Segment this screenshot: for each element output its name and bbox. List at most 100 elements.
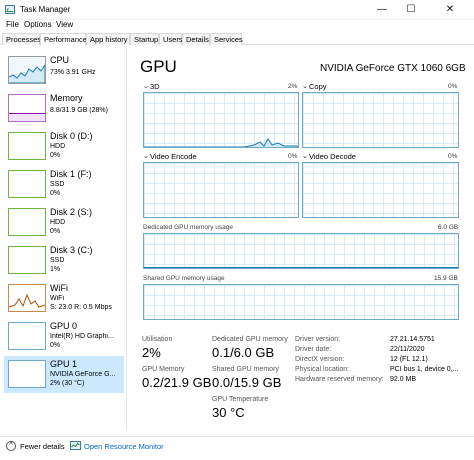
tab-strip: Processes Performance App history Startu…	[0, 33, 474, 46]
sidebar-item-label: Disk 3 (C:)	[50, 245, 93, 255]
engine-3d-line	[144, 138, 298, 147]
dedicated-gpu-memory-value: 0.1/6.0 GB	[212, 345, 275, 360]
physical-location-key: Physical location:	[295, 366, 350, 373]
disk2-thumbnail-graph	[8, 208, 46, 236]
sidebar-item-sub: 8.8/31.9 GB (28%)	[50, 107, 108, 114]
sidebar-item-gpu1[interactable]: GPU 1 NVIDIA GeForce G... 2% (30 °C)	[4, 356, 124, 393]
sidebar-item-disk3[interactable]: Disk 3 (C:) SSD 1%	[4, 242, 124, 279]
physical-location-value: PCI bus 1, device 0,...	[390, 366, 459, 373]
tab-performance[interactable]: Performance	[40, 33, 87, 46]
chevron-up-icon[interactable]: ^	[6, 441, 16, 451]
sidebar-item-sub: Intel(R) HD Graphi...	[50, 333, 114, 340]
footer-bar: ^ Fewer details Open Resource Monitor	[0, 436, 474, 456]
sidebar-item-sub2: 1%	[50, 266, 61, 273]
shared-gpu-memory-label: Shared GPU memory	[212, 366, 279, 373]
engine-copy-pct: 0%	[448, 83, 458, 90]
gpu-memory-value: 0.2/21.9 GB	[142, 375, 212, 390]
menu-view[interactable]: View	[56, 20, 73, 29]
chevron-down-icon[interactable]: ⌄	[143, 82, 149, 90]
disk1-thumbnail-graph	[8, 170, 46, 198]
gpu1-thumbnail-graph	[8, 360, 46, 388]
sidebar-item-sub: HDD	[50, 143, 66, 150]
dedicated-memory-max: 6.0 GB	[438, 224, 459, 231]
shared-memory-usage-label: Shared GPU memory usage	[143, 275, 225, 282]
engine-copy-label[interactable]: Copy	[309, 82, 327, 91]
page-title: GPU	[140, 57, 177, 76]
sidebar-item-cpu[interactable]: CPU 73% 3.91 GHz	[4, 52, 124, 89]
sidebar-item-sub: WiFi	[50, 295, 64, 302]
sidebar-item-sub: SSD	[50, 181, 65, 188]
open-resource-monitor-link[interactable]: Open Resource Monitor	[84, 442, 164, 451]
sidebar-item-gpu0[interactable]: GPU 0 Intel(R) HD Graphi... 0%	[4, 318, 124, 355]
driver-date-key: Driver date:	[295, 346, 332, 353]
gpu-memory-label: GPU Memory	[142, 366, 185, 373]
engine-copy-graph	[302, 92, 459, 148]
menu-options[interactable]: Options	[24, 20, 52, 29]
fewer-details-button[interactable]: Fewer details	[20, 442, 65, 451]
wifi-thumbnail-graph	[8, 284, 46, 312]
tab-app-history[interactable]: App history	[86, 33, 130, 45]
directx-version-key: DirectX version:	[295, 356, 345, 363]
menu-bar: File Options View	[0, 20, 474, 32]
sidebar-item-label: GPU 1	[50, 359, 78, 369]
minimize-button[interactable]: —	[368, 0, 396, 20]
engine-video-decode-graph	[302, 162, 459, 218]
tab-services[interactable]: Services	[210, 33, 243, 45]
utilisation-label: Utilisation	[142, 336, 173, 343]
chevron-down-icon[interactable]: ⌄	[302, 82, 308, 90]
sidebar-item-disk0[interactable]: Disk 0 (D:) HDD 0%	[4, 128, 124, 165]
sidebar-item-label: Disk 0 (D:)	[50, 131, 93, 141]
wifi-sparkline	[8, 293, 46, 308]
sidebar-item-sub2: 0%	[50, 342, 61, 349]
sidebar-item-disk1[interactable]: Disk 1 (F:) SSD 0%	[4, 166, 124, 203]
sidebar-item-sub2: 0%	[50, 152, 61, 159]
gpu0-thumbnail-graph	[8, 322, 46, 350]
close-button[interactable]: ✕	[426, 0, 474, 20]
sidebar-item-sub: HDD	[50, 219, 66, 226]
tab-details[interactable]: Details	[182, 33, 210, 45]
task-manager-icon	[5, 5, 15, 14]
sidebar-item-wifi[interactable]: WiFi WiFi S: 23.0 R: 0.5 Mbps	[4, 280, 124, 317]
engine-video-decode-label[interactable]: Video Decode	[309, 152, 356, 161]
gpu-temperature-value: 30 °C	[212, 405, 245, 420]
disk3-thumbnail-graph	[8, 246, 46, 274]
utilisation-value: 2%	[142, 345, 161, 360]
shared-memory-max: 15.9 GB	[434, 275, 458, 282]
resource-monitor-icon	[70, 441, 81, 450]
memory-fill	[9, 113, 45, 121]
sidebar-item-sub: NVIDIA GeForce G...	[50, 371, 116, 378]
sidebar-item-label: Disk 2 (S:)	[50, 207, 93, 217]
sidebar-item-sub2: 0%	[50, 190, 61, 197]
chevron-down-icon[interactable]: ⌄	[302, 152, 308, 160]
sidebar-item-sub2: 2% (30 °C)	[50, 380, 85, 387]
sidebar-item-sub2: S: 23.0 R: 0.5 Mbps	[50, 304, 112, 311]
sidebar-item-label: WiFi	[50, 283, 68, 293]
tab-processes[interactable]: Processes	[2, 33, 41, 45]
sidebar-item-sub2: 0%	[50, 228, 61, 235]
sidebar-item-disk2[interactable]: Disk 2 (S:) HDD 0%	[4, 204, 124, 241]
engine-3d-label[interactable]: 3D	[150, 82, 160, 91]
title-bar[interactable]: Task Manager — ☐ ✕	[0, 0, 474, 20]
sidebar-item-label: Disk 1 (F:)	[50, 169, 92, 179]
hardware-reserved-memory-value: 92.0 MB	[390, 376, 417, 383]
cpu-thumbnail-graph	[8, 56, 46, 84]
tab-startup[interactable]: Startup	[130, 33, 159, 45]
shared-gpu-memory-value: 0.0/15.9 GB	[212, 375, 282, 390]
engine-video-decode-pct: 0%	[448, 153, 458, 160]
dedicated-memory-fill	[144, 267, 458, 268]
tab-users[interactable]: Users	[159, 33, 183, 45]
cpu-sparkline	[8, 57, 46, 84]
memory-thumbnail-graph	[8, 94, 46, 122]
sidebar-item-label: Memory	[50, 93, 83, 103]
menu-file[interactable]: File	[6, 20, 19, 29]
engine-video-encode-label[interactable]: Video Encode	[150, 152, 197, 161]
maximize-button[interactable]: ☐	[397, 0, 425, 20]
engine-3d-graph	[143, 92, 299, 148]
engine-video-encode-graph	[143, 162, 299, 218]
chevron-down-icon[interactable]: ⌄	[143, 152, 149, 160]
sidebar-item-memory[interactable]: Memory 8.8/31.9 GB (28%)	[4, 90, 124, 127]
engine-video-encode-pct: 0%	[288, 153, 298, 160]
engine-3d-pct: 2%	[288, 83, 298, 90]
gpu-temperature-label: GPU Temperature	[212, 396, 269, 403]
hardware-reserved-memory-key: Hardware reserved memory:	[295, 376, 384, 383]
